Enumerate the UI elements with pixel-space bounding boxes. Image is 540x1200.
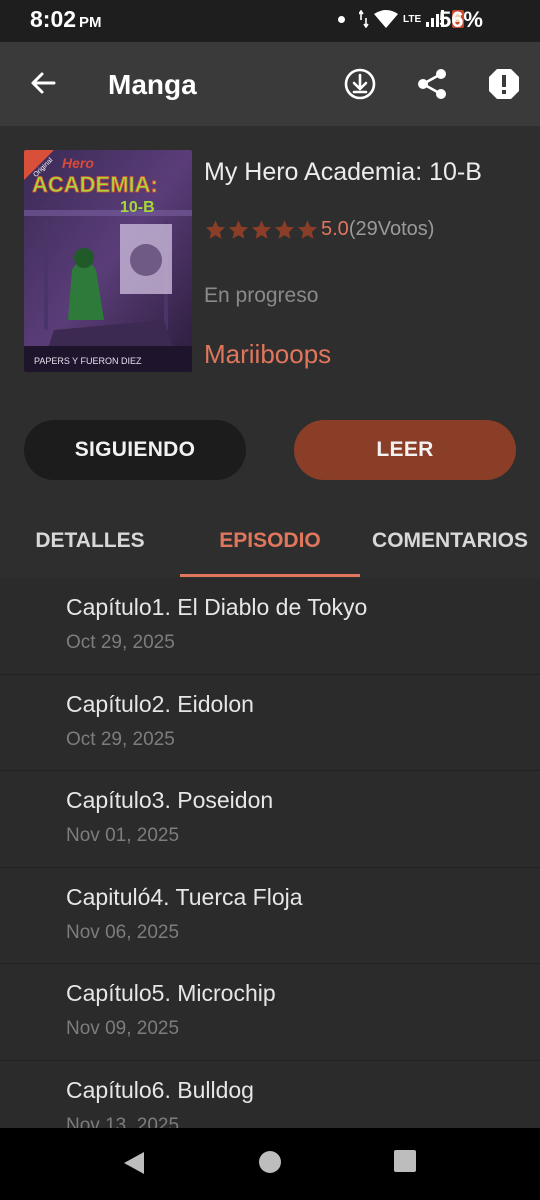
star-icon: [297, 219, 318, 239]
read-button[interactable]: LEER: [294, 420, 516, 480]
star-rating: [204, 219, 319, 241]
star-icon: [228, 219, 249, 239]
manga-title: My Hero Academia: 10-B: [204, 158, 482, 186]
rating-votes: (29Votos): [348, 218, 435, 240]
chapter-date: Oct 29, 2025: [66, 728, 175, 750]
star-icon: [205, 219, 226, 239]
chapter-title: Capituló4. Tuerca Floja: [66, 883, 303, 910]
rating-value: 5.0: [321, 218, 349, 240]
status-time: 8:02 PM: [30, 6, 102, 32]
chapter-item[interactable]: Capítulo5. Microchip Nov 09, 2025: [0, 964, 540, 1061]
star-icon: [251, 219, 272, 239]
cover-title-line3: 10-B: [120, 199, 155, 216]
cover-title-line2: ACADEMIA:: [32, 172, 158, 197]
status-bar: 8:02 PM LTE 56%: [0, 0, 540, 42]
share-icon[interactable]: [414, 66, 450, 102]
wifi-icon: [374, 10, 398, 28]
system-nav-bar: [0, 1128, 540, 1200]
author-link[interactable]: Mariiboops: [204, 339, 331, 370]
network-type: LTE: [403, 13, 422, 25]
follow-button[interactable]: SIGUIENDO: [24, 420, 246, 480]
chapter-item[interactable]: Capítulo2. Eidolon Oct 29, 2025: [0, 675, 540, 771]
chapter-title: Capítulo2. Eidolon: [66, 690, 254, 717]
rating: 5.0 (29Votos): [204, 218, 434, 241]
chapter-date: Nov 01, 2025: [66, 825, 180, 846]
active-tab-indicator: [180, 574, 360, 577]
chapter-date: Nov 13, 2025: [66, 1114, 180, 1129]
chapter-title: Capítulo3. Poseidon: [66, 787, 274, 813]
report-icon[interactable]: [486, 66, 522, 102]
chapter-title: Capítulo5. Microchip: [66, 980, 276, 1006]
cover-image[interactable]: Original Hero ACADEMIA: 10-B PAPERS Y FU…: [24, 150, 192, 372]
chapter-date: Oct 29, 2025: [66, 632, 175, 653]
nav-back-icon[interactable]: [122, 1150, 146, 1176]
cover-title-line1: Hero: [62, 155, 94, 171]
cover-bottom-text: PAPERS Y FUERON DIEZ: [34, 356, 142, 366]
chapter-title: Capítulo1. El Diablo de Tokyo: [66, 594, 368, 620]
publication-status: En progreso: [204, 284, 319, 307]
download-icon[interactable]: [342, 66, 378, 102]
tab-comments[interactable]: COMENTARIOS: [360, 504, 540, 578]
tab-details[interactable]: DETALLES: [0, 504, 180, 578]
chapter-item[interactable]: Capítulo1. El Diablo de Tokyo Oct 29, 20…: [0, 578, 540, 675]
star-icon: [274, 219, 295, 239]
notification-dot-icon: [338, 15, 345, 23]
chapter-date: Nov 06, 2025: [66, 921, 180, 943]
chapter-item[interactable]: Capítulo6. Bulldog Nov 13, 2025: [0, 1061, 540, 1129]
chapter-item[interactable]: Capituló4. Tuerca Floja Nov 06, 2025: [0, 868, 540, 964]
chapter-list[interactable]: Capítulo1. El Diablo de Tokyo Oct 29, 20…: [0, 578, 540, 1128]
nav-home-icon[interactable]: [258, 1150, 282, 1174]
chapter-date: Nov 09, 2025: [66, 1018, 180, 1039]
tab-bar: DETALLES EPISODIO COMENTARIOS: [0, 504, 540, 578]
data-arrows-icon: [359, 10, 369, 28]
chapter-item[interactable]: Capítulo3. Poseidon Nov 01, 2025: [0, 771, 540, 868]
app-bar: Manga: [0, 42, 540, 126]
arrow-back-icon[interactable]: [26, 66, 60, 100]
page-title: Manga: [108, 69, 197, 100]
battery-level: 56%: [438, 7, 483, 32]
nav-recents-icon[interactable]: [394, 1150, 416, 1172]
tab-episodes[interactable]: EPISODIO: [180, 504, 360, 578]
manga-header: Original Hero ACADEMIA: 10-B PAPERS Y FU…: [0, 126, 540, 578]
chapter-title: Capítulo6. Bulldog: [66, 1076, 254, 1103]
